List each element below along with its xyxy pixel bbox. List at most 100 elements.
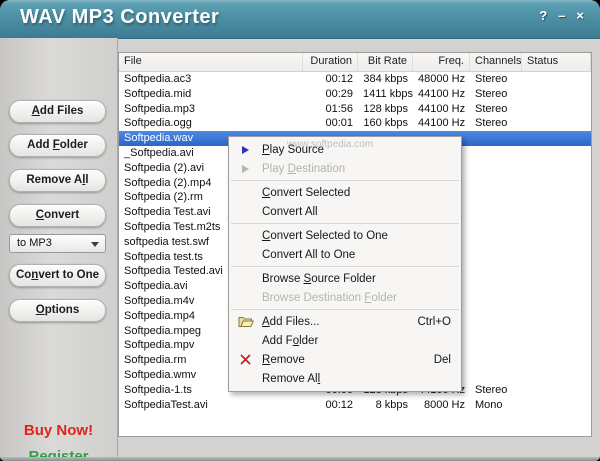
table-cell: 384 kbps <box>363 73 408 85</box>
play-icon <box>229 164 262 173</box>
table-cell: Softpedia.mid <box>124 87 192 100</box>
menu-item-add-files[interactable]: Add Files... Ctrl+O <box>229 312 461 331</box>
minimize-button[interactable]: – <box>558 8 565 23</box>
convert-button[interactable]: Convert <box>9 204 106 227</box>
options-button[interactable]: Options <box>9 299 106 322</box>
table-cell: Softpedia.ogg <box>124 117 192 130</box>
buy-now-label[interactable]: Buy Now! <box>0 422 117 439</box>
table-cell: 48000 Hz <box>418 73 466 85</box>
table-cell <box>470 309 522 324</box>
table-cell <box>522 235 591 250</box>
table-cell: Stereo <box>475 383 508 396</box>
context-menu-items: Play Source Play Destination Convert Selec… <box>229 140 461 388</box>
menu-item-convert-selected-to-one[interactable]: Convert Selected to One <box>229 226 461 245</box>
table-cell <box>522 190 591 205</box>
column-header-freq[interactable]: Freq. <box>413 53 470 71</box>
table-cell <box>470 294 522 309</box>
table-cell <box>522 176 591 191</box>
table-cell <box>522 87 591 102</box>
table-cell <box>470 353 522 368</box>
menu-item-label: Remove All <box>262 372 321 385</box>
table-cell: Mono <box>475 398 503 411</box>
menu-item-convert-all[interactable]: Convert All <box>229 202 461 221</box>
table-cell: 01:56 <box>325 102 353 115</box>
output-format-select[interactable]: to MP3 <box>9 234 106 253</box>
table-cell <box>522 279 591 294</box>
menu-item-label: Convert All <box>262 205 318 218</box>
table-cell: 00:12 <box>325 73 353 85</box>
remove-all-button[interactable]: Remove All <box>9 169 106 192</box>
add-files-button[interactable]: Add Files <box>9 100 106 123</box>
column-header-channels[interactable]: Channels <box>470 53 522 71</box>
menu-item-label: Browse Source Folder <box>262 272 376 285</box>
menu-item-label: Remove <box>262 353 305 366</box>
table-row[interactable]: Softpedia.mp3 01:56 128 kbps 44100 Hz Stereo <box>119 102 591 117</box>
window-bottom-edge <box>0 457 600 461</box>
window-controls: ? – × <box>539 8 584 23</box>
table-cell: 1411 kbps <box>363 87 413 100</box>
table-cell <box>522 146 591 161</box>
title-bar[interactable]: WAV MP3 Converter ? – × <box>0 0 600 39</box>
table-cell <box>470 338 522 353</box>
table-row[interactable]: SoftpediaTest.avi 00:12 8 kbps 8000 Hz Mono <box>119 398 591 413</box>
table-cell <box>470 176 522 191</box>
table-cell <box>522 353 591 368</box>
table-header: File Duration Bit Rate Freq. Channels Status <box>119 53 591 72</box>
menu-item-label: Convert Selected <box>262 186 351 199</box>
menu-separator <box>231 266 459 267</box>
table-cell: SoftpediaTest.avi <box>124 398 208 411</box>
menu-item-play-source[interactable]: Play Source <box>229 140 461 159</box>
convert-to-one-button[interactable]: Convert to One <box>9 264 106 287</box>
table-cell <box>470 131 522 146</box>
menu-item-browse-destination-folder: Browse Destination Folder <box>229 288 461 307</box>
chevron-down-icon <box>91 242 99 247</box>
menu-item-remove-all[interactable]: Remove All <box>229 369 461 388</box>
column-header-status[interactable]: Status <box>522 53 591 71</box>
add-folder-button[interactable]: Add Folder <box>9 134 106 157</box>
menu-item-shortcut: Ctrl+O <box>417 315 451 328</box>
column-header-duration[interactable]: Duration <box>303 53 358 71</box>
table-cell: 8 kbps <box>375 398 408 411</box>
table-cell <box>522 398 591 413</box>
table-cell <box>522 116 591 131</box>
menu-item-label: Play Source <box>262 143 325 156</box>
menu-item-browse-source-folder[interactable]: Browse Source Folder <box>229 269 461 288</box>
table-cell: Softpedia.ac3 <box>124 73 192 85</box>
menu-item-convert-all-to-one[interactable]: Convert All to One <box>229 245 461 264</box>
column-header-file[interactable]: File <box>119 53 303 71</box>
table-cell: 44100 Hz <box>418 102 466 115</box>
menu-item-add-folder[interactable]: Add Folder <box>229 331 461 350</box>
menu-item-remove[interactable]: Remove Del <box>229 350 461 369</box>
table-cell <box>522 102 591 117</box>
table-cell <box>470 235 522 250</box>
table-cell <box>522 72 591 87</box>
table-cell <box>470 146 522 161</box>
menu-item-play-destination: Play Destination <box>229 159 461 178</box>
help-button[interactable]: ? <box>539 8 547 23</box>
table-cell <box>522 250 591 265</box>
output-format-value: to MP3 <box>17 237 52 249</box>
table-cell <box>470 324 522 339</box>
table-cell <box>522 368 591 383</box>
app-title: WAV MP3 Converter <box>20 6 220 28</box>
close-button[interactable]: × <box>576 8 584 23</box>
table-cell <box>522 161 591 176</box>
menu-item-label: Play Destination <box>262 162 346 175</box>
table-cell: 128 kbps <box>363 102 408 115</box>
table-row[interactable]: Softpedia.mid 00:29 1411 kbps 44100 Hz Stere… <box>119 87 591 102</box>
table-cell <box>522 131 591 146</box>
table-cell <box>522 205 591 220</box>
column-header-bit-rate[interactable]: Bit Rate <box>358 53 413 71</box>
table-cell: 44100 Hz <box>418 87 466 100</box>
remove-x-icon <box>229 354 262 365</box>
menu-item-label: Add Files... <box>262 315 320 328</box>
menu-separator <box>231 309 459 310</box>
play-icon <box>229 145 262 154</box>
table-cell: 00:01 <box>325 117 353 130</box>
menu-item-convert-selected[interactable]: Convert Selected <box>229 183 461 202</box>
table-row[interactable]: Softpedia.ac3 00:12 384 kbps 48000 Hz Stereo <box>119 72 591 87</box>
table-row[interactable]: Softpedia.ogg 00:01 160 kbps 44100 Hz Stereo <box>119 116 591 131</box>
menu-item-label: Convert Selected to One <box>262 229 388 242</box>
table-cell <box>522 294 591 309</box>
table-cell: Softpedia.mp3 <box>124 102 195 115</box>
